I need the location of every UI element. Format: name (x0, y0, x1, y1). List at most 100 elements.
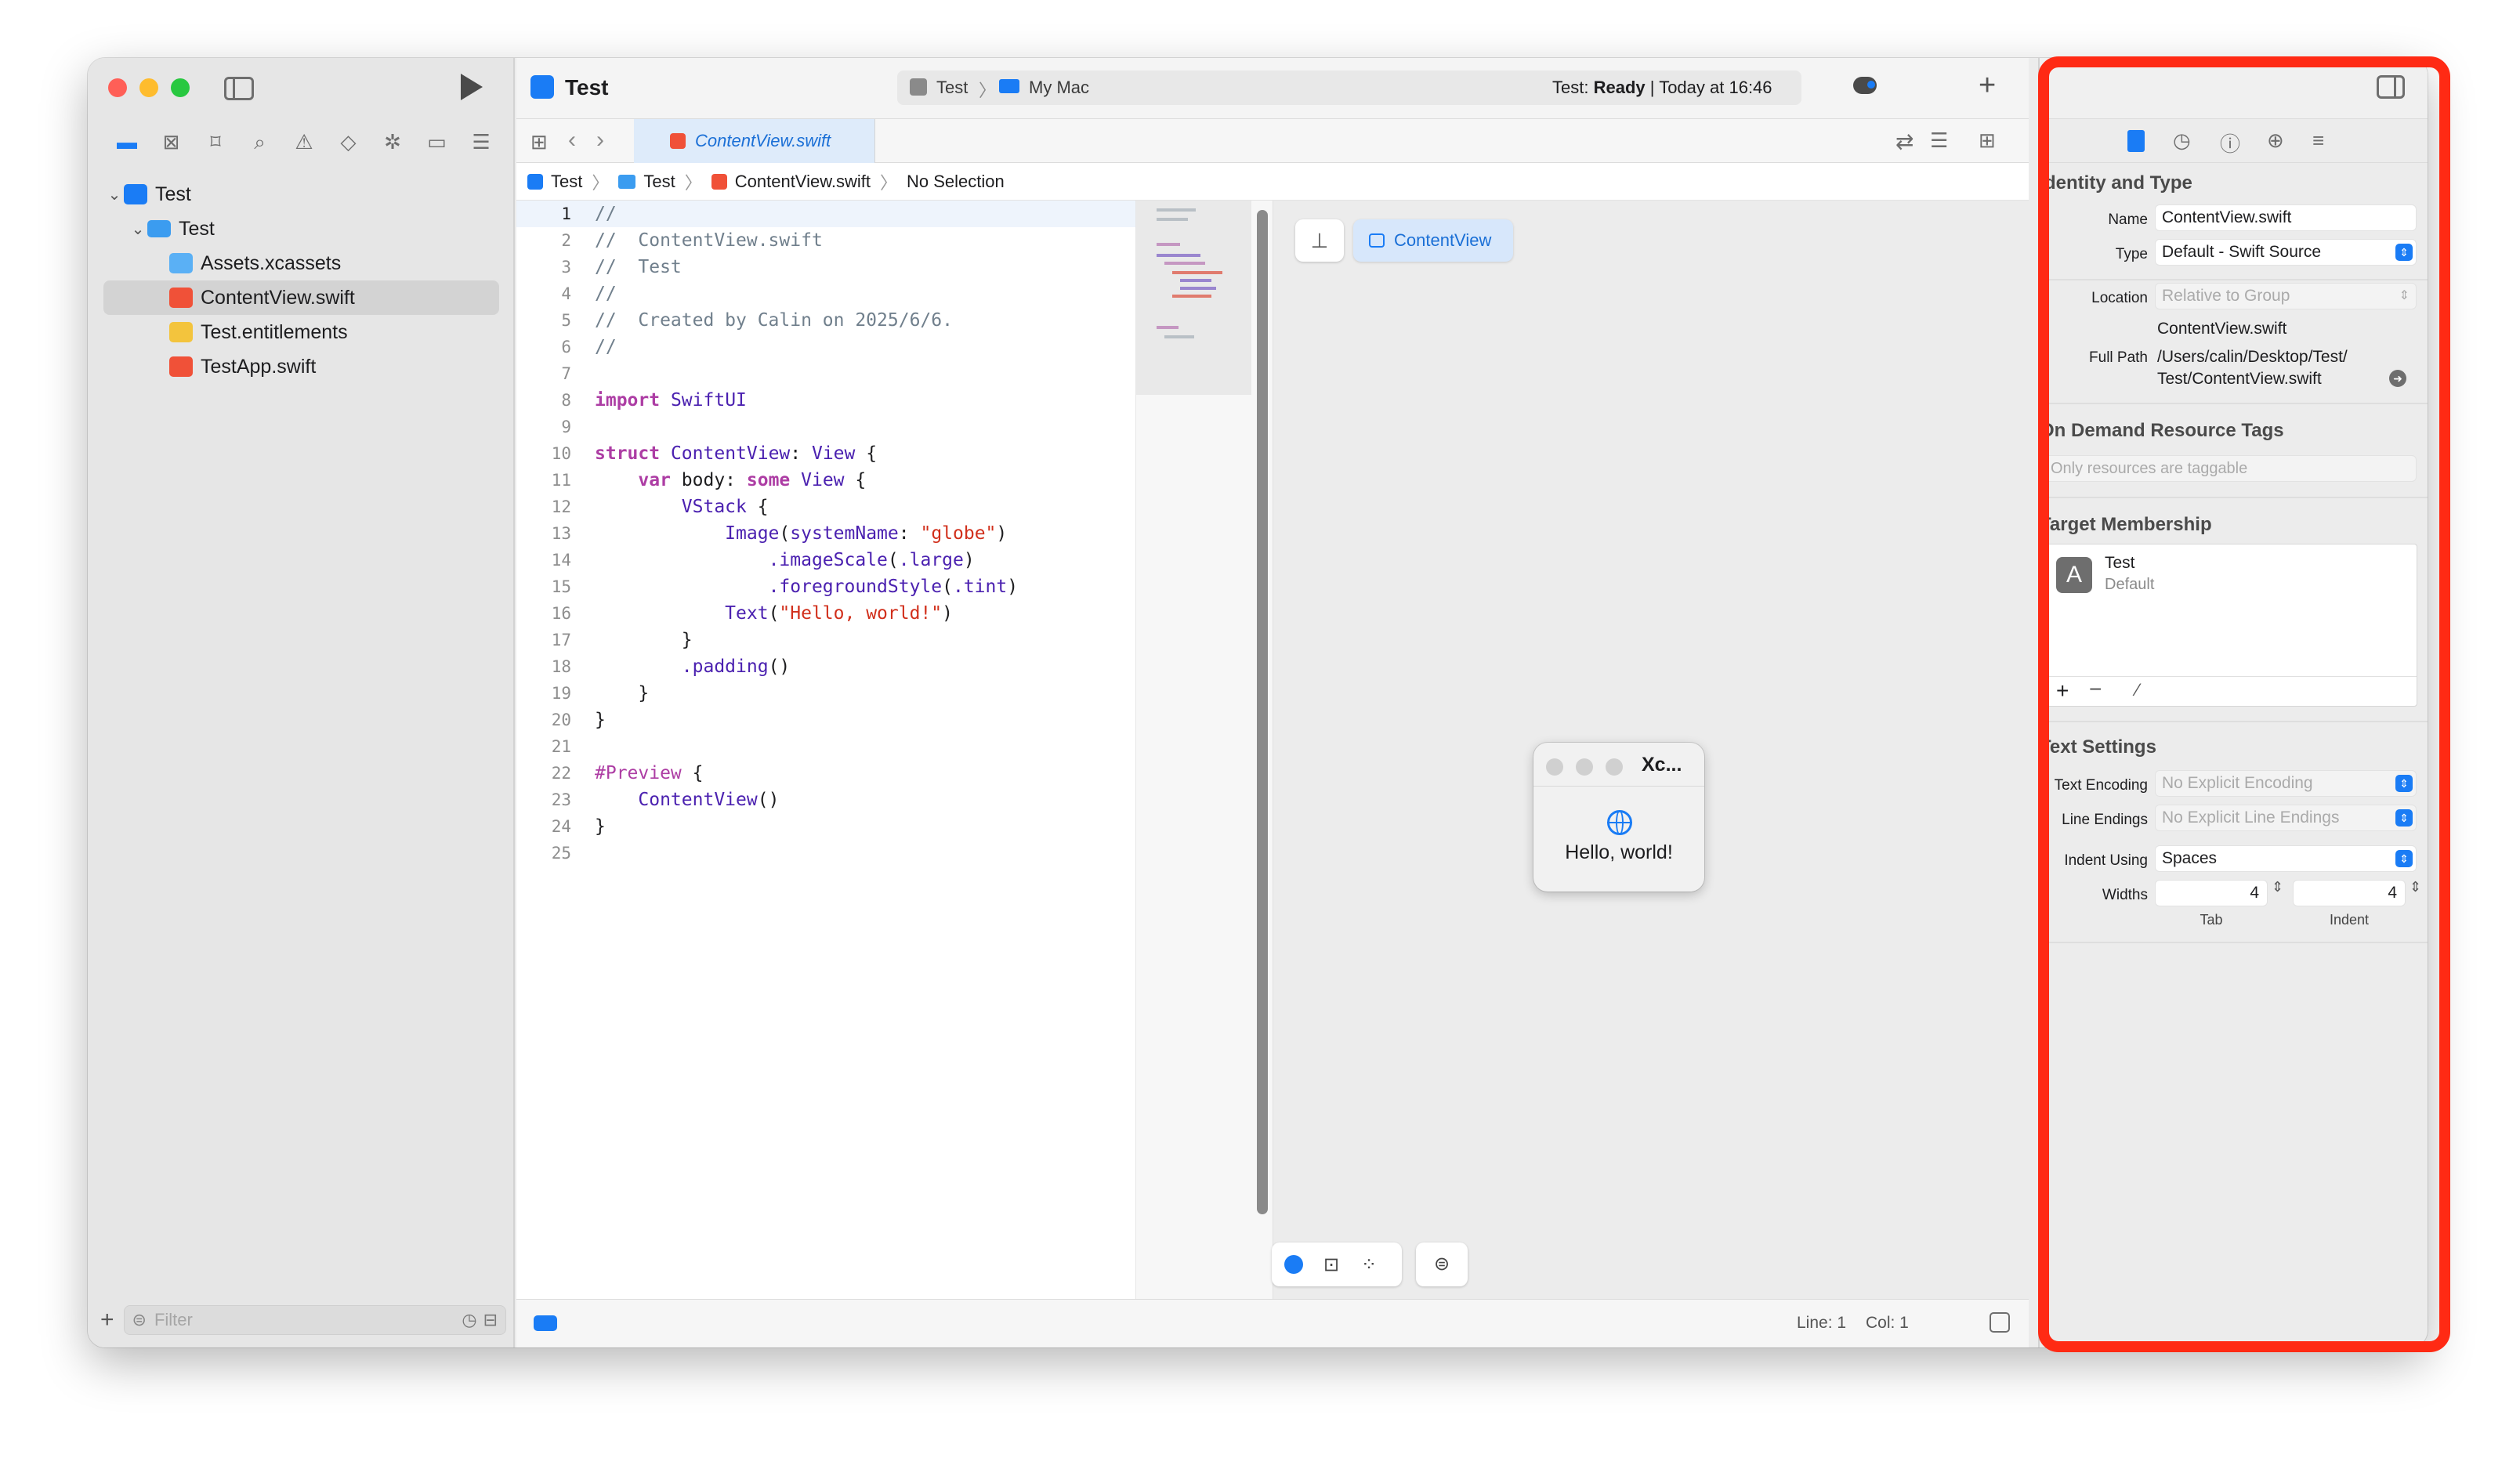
minimize-button[interactable] (1576, 758, 1593, 776)
code-line[interactable]: } (595, 680, 1018, 707)
tree-item-group[interactable]: ⌄ Test (88, 212, 515, 246)
history-icon[interactable]: ◷ (2173, 128, 2191, 153)
code-line[interactable]: ContentView() (595, 787, 1018, 813)
tab-contentview[interactable]: ContentView.swift (634, 119, 875, 163)
preview-canvas[interactable]: ⊥ ContentView Xc... Hello, world! ⊡ ⁘ ⊜ (1251, 201, 2029, 1299)
close-button[interactable] (108, 78, 127, 97)
forward-icon[interactable]: › (596, 127, 604, 154)
split-editor-icon[interactable]: ⊞ (1979, 128, 1996, 153)
debug-toggle-icon[interactable] (534, 1315, 557, 1331)
code-line[interactable]: Image(systemName: "globe") (595, 520, 1018, 547)
code-line[interactable]: // (595, 280, 1018, 307)
file-inspector-icon[interactable] (2127, 130, 2145, 152)
editor-options-icon[interactable]: ☰ (1930, 128, 1948, 153)
breadcrumb-symbol[interactable]: No Selection (907, 172, 1005, 192)
tree-item-project[interactable]: ⌄ Test (88, 177, 515, 212)
code-line[interactable]: // Created by Calin on 2025/6/6. (595, 307, 1018, 334)
code-line[interactable]: Text("Hello, world!") (595, 600, 1018, 627)
tree-item-assets[interactable]: Assets.xcassets (88, 246, 515, 280)
code-line[interactable]: } (595, 813, 1018, 840)
indent-popup[interactable]: Spaces ⇕ (2156, 846, 2416, 871)
warning-icon[interactable]: ⚠ (288, 130, 320, 161)
debug-icon[interactable]: ✲ (377, 130, 408, 161)
indent-width-field[interactable]: 4 (2294, 881, 2405, 906)
minimize-button[interactable] (139, 78, 158, 97)
code-line[interactable]: .foregroundStyle(.tint) (595, 573, 1019, 600)
code-line[interactable] (595, 733, 1018, 760)
code-line[interactable]: .imageScale(.large) (595, 547, 1018, 573)
add-target-icon[interactable]: + (2056, 678, 2069, 704)
accessibility-icon[interactable]: ⊕ (2267, 128, 2284, 153)
sidebar-toggle-icon[interactable] (224, 77, 254, 100)
code-line[interactable] (595, 840, 1018, 866)
code-line[interactable]: } (595, 707, 1018, 733)
target-name[interactable]: Test (2105, 554, 2135, 573)
indent-stepper-icon[interactable]: ⇕ (2410, 879, 2421, 895)
breadcrumb-project[interactable]: Test (551, 172, 582, 192)
zoom-button[interactable] (1606, 758, 1623, 776)
breadcrumb-group[interactable]: Test (643, 172, 675, 192)
remove-target-icon[interactable]: − (2089, 677, 2102, 702)
code-line[interactable]: .padding() (595, 653, 1018, 680)
add-icon[interactable]: + (100, 1307, 114, 1333)
close-button[interactable] (1546, 758, 1563, 776)
pin-icon[interactable]: ⊥ (1295, 219, 1344, 262)
live-preview-icon[interactable] (1284, 1255, 1303, 1274)
code-line[interactable]: // (595, 334, 1018, 360)
type-popup[interactable]: Default - Swift Source ⇕ (2156, 240, 2416, 265)
device-settings-icon[interactable]: ⊜ (1416, 1243, 1468, 1286)
edit-target-icon[interactable]: ⁄ (2136, 680, 2139, 700)
code-line[interactable]: VStack { (595, 494, 1018, 520)
swap-icon[interactable]: ⇄ (1895, 128, 1914, 154)
preview-selector[interactable]: ContentView (1353, 219, 1513, 262)
search-icon[interactable]: ⌕ (244, 130, 276, 161)
filter-input[interactable]: ⊜ Filter ◷ ⊟ (123, 1305, 506, 1335)
source-editor[interactable]: 1 2 3 4 5 6 7 8 9 10 11 12 13 14 15 16 17 18 19 20 21 22 23 24 2… (516, 201, 1135, 1299)
selectable-icon[interactable]: ⊡ (1323, 1253, 1339, 1276)
code-line[interactable]: struct ContentView: View { (595, 440, 1018, 467)
back-icon[interactable]: ‹ (568, 127, 576, 154)
encoding-popup[interactable]: No Explicit Encoding ⇕ (2156, 771, 2416, 796)
variants-icon[interactable]: ⁘ (1361, 1253, 1377, 1276)
chevron-down-icon[interactable]: ⌄ (105, 185, 124, 204)
code-line[interactable]: } (595, 627, 1018, 653)
report-icon[interactable]: ☰ (465, 130, 497, 161)
run-icon[interactable] (461, 74, 483, 100)
bookmark-icon[interactable]: ⌑ (200, 130, 231, 161)
scope-icon[interactable]: ⊟ (483, 1310, 498, 1330)
test-icon[interactable]: ◇ (333, 130, 364, 161)
destination-selector[interactable]: My Mac (1029, 78, 1089, 98)
inspector-toggle-icon[interactable] (2377, 75, 2405, 99)
preview-window[interactable]: Xc... Hello, world! (1533, 743, 1704, 892)
cloud-icon[interactable] (1853, 77, 1877, 94)
tree-item-contentview[interactable]: ContentView.swift (103, 280, 499, 315)
grid-icon[interactable]: ⊞ (530, 130, 548, 154)
tree-item-testapp[interactable]: TestApp.swift (88, 349, 515, 384)
breakpoint-icon[interactable]: ▭ (422, 130, 453, 161)
breadcrumb-file[interactable]: ContentView.swift (735, 172, 871, 192)
hide-debug-area-icon[interactable] (1990, 1312, 2010, 1333)
name-field[interactable]: ContentView.swift (2156, 205, 2416, 230)
tree-item-entitlements[interactable]: Test.entitlements (88, 315, 515, 349)
code-line[interactable] (595, 360, 1018, 387)
add-icon[interactable]: + (1979, 69, 1996, 103)
chevron-down-icon[interactable]: ⌄ (129, 219, 147, 239)
help-icon[interactable]: ⓘ (2220, 128, 2240, 157)
scheme-selector[interactable]: Test (936, 78, 968, 98)
code-line[interactable] (595, 414, 1018, 440)
code-line[interactable]: #Preview { (595, 760, 1018, 787)
tab-width-field[interactable]: 4 (2156, 881, 2267, 906)
code-line[interactable]: import SwiftUI (595, 387, 1018, 414)
tab-stepper-icon[interactable]: ⇕ (2272, 879, 2283, 895)
scrollbar-thumb[interactable] (1257, 210, 1268, 1214)
recent-icon[interactable]: ◷ (462, 1310, 476, 1330)
minimap[interactable] (1135, 201, 1252, 1299)
reveal-arrow-icon[interactable]: ➜ (2389, 370, 2406, 387)
minimap-viewport[interactable] (1136, 201, 1252, 395)
source-control-icon[interactable]: ⊠ (156, 130, 187, 161)
attributes-icon[interactable]: ≡ (2312, 128, 2324, 153)
code-line[interactable]: // (595, 201, 1018, 227)
code-line[interactable]: var body: some View { (595, 467, 1018, 494)
endings-popup[interactable]: No Explicit Line Endings ⇕ (2156, 805, 2416, 830)
code-line[interactable]: // ContentView.swift (595, 227, 1018, 254)
